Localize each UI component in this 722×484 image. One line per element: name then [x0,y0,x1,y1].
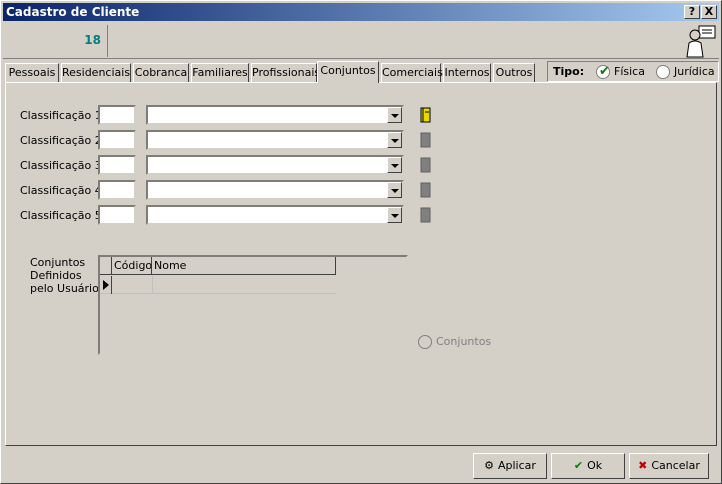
tab-comerciais[interactable]: Comerciais [381,63,443,83]
classification-select[interactable] [146,205,404,225]
title-bar[interactable]: Cadastro de Cliente ? X [3,3,719,21]
dropdown-arrow-icon[interactable] [387,207,402,223]
dropdown-arrow-icon[interactable] [387,157,402,173]
tab-cobranca[interactable]: Cobranca [133,63,189,83]
radio-juridica-label[interactable]: Jurídica [674,65,715,78]
tab-label: Outros [495,66,533,79]
x-icon: ✖ [638,459,648,472]
grid-header: Código Nome [100,257,336,275]
book-lookup-icon[interactable] [420,107,432,123]
user-sets-label-line: pelo Usuário: [30,282,103,295]
close-button[interactable]: X [701,5,717,19]
header-panel: 18 [3,23,719,59]
classification-code-input[interactable] [98,205,136,225]
tab-label: Comerciais [382,66,443,79]
check-icon: ✔ [599,64,610,79]
radio-juridica[interactable] [656,65,670,79]
apply-icon: ⚙ [484,459,494,472]
user-sets-label: Conjuntos Definidos pelo Usuário: [30,256,103,295]
ok-button[interactable]: ✔ Ok [551,453,625,479]
classification-label: Classificação 5: [20,209,106,222]
apply-button-label: Aplicar [497,459,536,472]
help-button[interactable]: ? [684,5,700,19]
tab-internos[interactable]: Internos [443,63,491,83]
tab-outros[interactable]: Outros [493,63,535,83]
classification-label: Classificação 4: [20,184,106,197]
user-sets-label-line: Conjuntos [30,256,86,269]
tab-strip: Pessoais Residenciais Cobranca Familiare… [5,61,719,83]
classification-code-input[interactable] [98,130,136,150]
tab-pessoais[interactable]: Pessoais [5,63,59,83]
sets-icon [418,335,432,349]
window-title: Cadastro de Cliente [6,5,140,19]
radio-fisica[interactable]: ✔ [596,64,610,79]
conjuntos-button[interactable]: Conjuntos [418,335,491,349]
tab-familiares[interactable]: Familiares [191,63,249,83]
book-lookup-icon[interactable] [420,157,432,173]
dropdown-arrow-icon[interactable] [387,182,402,198]
tab-label: Conjuntos [320,64,376,77]
person-type-label: Tipo: [553,65,585,78]
grid-indicator-header [100,257,112,275]
classification-select[interactable] [146,130,404,150]
client-form-window: Cadastro de Cliente ? X 18 Pessoais Resi… [0,0,722,484]
classification-code-input[interactable] [98,180,136,200]
radio-fisica-label[interactable]: Física [614,65,645,78]
classification-select[interactable] [146,155,404,175]
tab-profissionais[interactable]: Profissionais [251,63,321,83]
column-header-codigo[interactable]: Código [112,257,152,275]
tab-label: Familiares [192,66,248,79]
book-lookup-icon[interactable] [420,132,432,148]
check-icon: ✔ [573,459,584,472]
classification-label: Classificação 1: [20,109,106,122]
classification-label: Classificação 2: [20,134,106,147]
tab-label: Internos [444,66,490,79]
tab-label: Cobranca [134,66,188,79]
user-sets-grid[interactable]: Código Nome [98,255,408,355]
conjuntos-panel: Classificação 1: Classificação 2: Classi… [5,82,717,446]
classification-label: Classificação 3: [20,159,106,172]
book-lookup-icon[interactable] [420,207,432,223]
dropdown-arrow-icon[interactable] [387,107,402,123]
book-lookup-icon[interactable] [420,182,432,198]
dropdown-arrow-icon[interactable] [387,132,402,148]
user-sets-label-line: Definidos [30,269,82,282]
column-header-nome[interactable]: Nome [152,257,336,275]
tab-label: Profissionais [252,66,321,79]
cell-divider [152,276,153,294]
ok-button-label: Ok [587,459,603,472]
apply-button[interactable]: ⚙ Aplicar [473,453,547,479]
classification-code-input[interactable] [98,155,136,175]
classification-code-input[interactable] [98,105,136,125]
row-pointer-icon [100,276,112,294]
footer-buttons: ⚙ Aplicar ✔ Ok ✖ Cancelar [3,449,719,481]
client-code: 18 [5,25,108,57]
tab-label: Pessoais [8,66,56,79]
tab-label: Residenciais [62,66,131,79]
tab-conjuntos[interactable]: Conjuntos [317,61,379,83]
table-row[interactable] [100,276,336,294]
cancel-button-label: Cancelar [651,459,700,472]
conjuntos-button-label: Conjuntos [436,335,492,348]
person-reading-icon [686,25,716,58]
cancel-button[interactable]: ✖ Cancelar [629,453,709,479]
tab-residenciais[interactable]: Residenciais [61,63,131,83]
classification-select[interactable] [146,105,404,125]
classification-select[interactable] [146,180,404,200]
person-type-group: Tipo: ✔ Física Jurídica [547,61,719,82]
